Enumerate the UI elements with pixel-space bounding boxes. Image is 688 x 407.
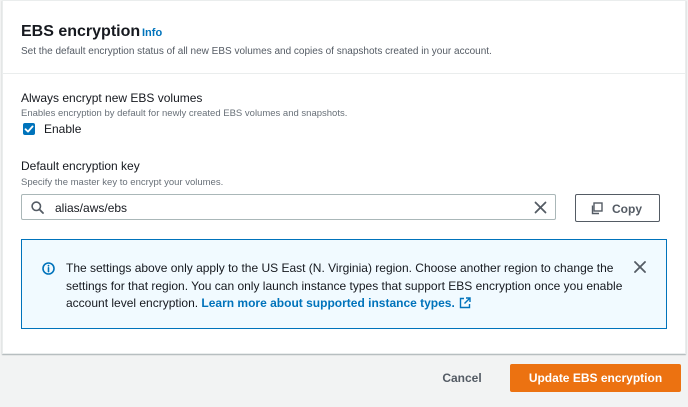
search-icon	[31, 201, 44, 214]
default-key-description: Specify the master key to encrypt your v…	[21, 177, 224, 188]
copy-button-label: Copy	[612, 202, 642, 216]
always-encrypt-description: Enables encryption by default for newly …	[21, 108, 348, 119]
info-icon	[42, 262, 55, 275]
close-icon[interactable]	[634, 261, 646, 273]
external-link-icon[interactable]	[459, 297, 471, 309]
copy-button[interactable]: Copy	[575, 194, 660, 222]
encryption-key-search-input[interactable]: alias/aws/ebs	[21, 194, 556, 220]
check-icon	[24, 125, 34, 133]
learn-more-link[interactable]: Learn more about supported instance type…	[201, 296, 454, 310]
enable-checkbox[interactable]	[23, 123, 35, 135]
cancel-button[interactable]: Cancel	[430, 364, 494, 392]
default-key-label: Default encryption key	[21, 159, 140, 173]
ebs-encryption-panel: EBS encryption Info Set the default encr…	[2, 0, 686, 354]
panel-description: Set the default encryption status of all…	[21, 46, 492, 57]
copy-icon	[591, 202, 603, 215]
info-alert: The settings above only apply to the US …	[21, 239, 667, 329]
update-ebs-encryption-button[interactable]: Update EBS encryption	[510, 364, 681, 392]
info-link[interactable]: Info	[142, 27, 162, 39]
alert-message: The settings above only apply to the US …	[66, 260, 626, 313]
always-encrypt-label: Always encrypt new EBS volumes	[21, 91, 203, 105]
panel-title: EBS encryption	[21, 23, 141, 40]
panel-header: EBS encryption Info Set the default encr…	[3, 1, 685, 74]
clear-icon[interactable]	[534, 201, 547, 214]
search-input-value[interactable]: alias/aws/ebs	[55, 201, 127, 215]
enable-checkbox-label[interactable]: Enable	[44, 122, 81, 136]
